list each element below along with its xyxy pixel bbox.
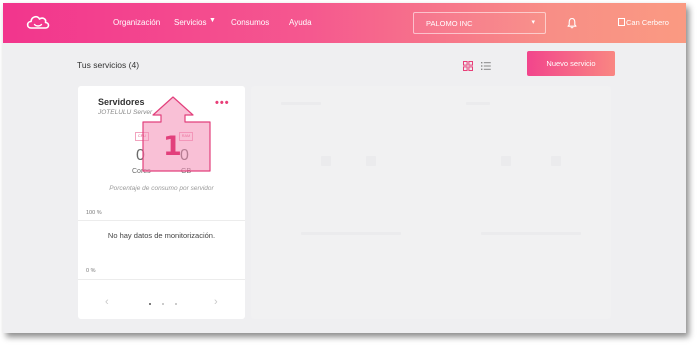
axis-bottom-label: 0 %	[86, 268, 96, 274]
avatar[interactable]: Can Cerbero	[618, 18, 669, 27]
chevron-down-icon: ▾	[531, 19, 535, 26]
faded-line	[301, 232, 401, 235]
faded-line	[551, 156, 561, 166]
list-view-icon[interactable]	[481, 61, 491, 71]
top-bar: Organización Servicios ▼ Consumos Ayuda …	[3, 3, 686, 43]
more-options-icon[interactable]: •••	[215, 97, 230, 109]
nav-ayuda[interactable]: Ayuda	[289, 18, 312, 27]
pager-dot-2[interactable]	[162, 303, 164, 305]
bell-icon[interactable]	[566, 17, 578, 29]
faded-line	[281, 102, 321, 105]
chevron-left-icon[interactable]: ‹	[105, 296, 109, 308]
annotation-number: 1	[163, 131, 182, 162]
faded-line	[501, 156, 511, 166]
company-select-value: PALOMO INC	[426, 19, 473, 28]
page-title: Tus servicios (4)	[77, 60, 140, 70]
faded-line	[481, 232, 581, 235]
card-title: Servidores	[98, 97, 145, 107]
chevron-right-icon[interactable]: ›	[214, 296, 218, 308]
chart-top-line	[78, 220, 245, 221]
caret-down-icon[interactable]: ▼	[209, 17, 216, 24]
usage-caption: Porcentaje de consumo por servidor	[109, 185, 214, 192]
pager-dot-3[interactable]	[175, 303, 177, 305]
avatar-alt-text: Can Cerbero	[626, 18, 669, 27]
faded-service-cards	[251, 86, 611, 319]
company-select[interactable]: PALOMO INC ▾	[413, 12, 546, 34]
new-service-button[interactable]: Nuevo servicio	[527, 51, 615, 76]
broken-image-icon	[618, 18, 625, 26]
nav-consumos[interactable]: Consumos	[231, 18, 269, 27]
grid-view-icon[interactable]	[463, 61, 473, 71]
faded-line	[321, 156, 331, 166]
faded-line	[466, 102, 490, 105]
app-window: Organización Servicios ▼ Consumos Ayuda …	[3, 3, 686, 333]
nav-servicios[interactable]: Servicios	[174, 18, 206, 27]
pager-dot-1[interactable]	[149, 303, 151, 305]
cloud-logo-icon[interactable]	[25, 12, 51, 32]
no-data-message: No hay datos de monitorización.	[107, 231, 216, 240]
chart-bottom-line	[78, 279, 245, 280]
faded-line	[366, 156, 376, 166]
axis-top-label: 100 %	[86, 210, 102, 216]
nav-organizacion[interactable]: Organización	[113, 18, 160, 27]
